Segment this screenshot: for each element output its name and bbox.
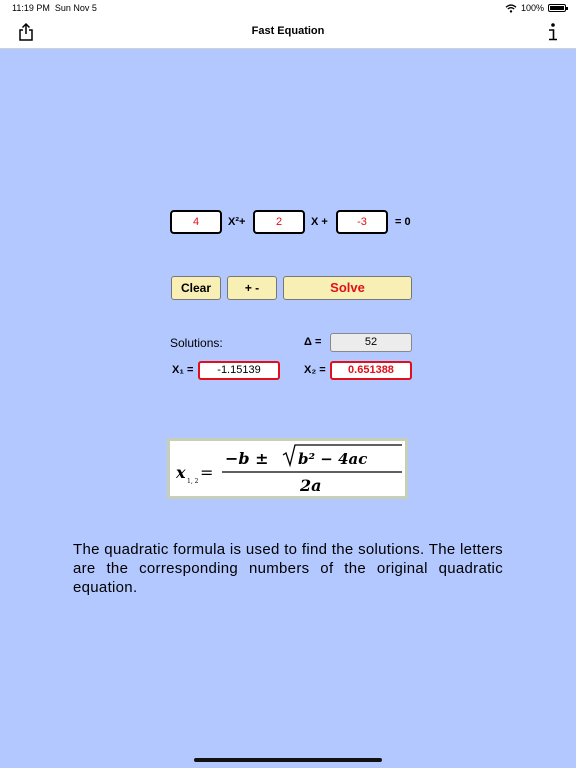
- status-time: 11:19 PM Sun Nov 5: [12, 3, 97, 13]
- wifi-icon: [505, 3, 517, 13]
- x-squared-term: X²+: [228, 216, 246, 228]
- info-icon[interactable]: [545, 22, 559, 42]
- nav-bar: Fast Equation: [0, 16, 576, 49]
- coefficient-c-input[interactable]: -3: [336, 210, 388, 234]
- clear-button[interactable]: Clear: [171, 276, 221, 300]
- delta-label: Δ =: [304, 336, 322, 348]
- status-bar: 11:19 PM Sun Nov 5 100%: [0, 0, 576, 16]
- solve-button[interactable]: Solve: [283, 276, 412, 300]
- x1-value: -1.15139: [198, 361, 280, 380]
- formula-radicand: b² − 4ac: [298, 450, 367, 468]
- x2-value: 0.651388: [330, 361, 412, 380]
- x1-label: X₁ =: [172, 364, 194, 376]
- formula-minus-b: −b ±: [225, 449, 269, 468]
- formula-graphic: x 1, 2 = −b ± b² − 4ac 2a: [175, 444, 402, 495]
- coefficient-a-input[interactable]: 4: [170, 210, 222, 234]
- delta-value: 52: [330, 333, 412, 352]
- formula-lhs: x: [175, 463, 186, 482]
- battery-icon: [548, 4, 568, 12]
- formula-subscript: 1, 2: [187, 478, 199, 485]
- description-text: The quadratic formula is used to find th…: [73, 541, 503, 596]
- equals-zero: = 0: [395, 216, 411, 228]
- solutions-label: Solutions:: [170, 336, 223, 350]
- x-term: X +: [311, 216, 328, 228]
- home-indicator[interactable]: [194, 758, 382, 762]
- coefficient-b-input[interactable]: 2: [253, 210, 305, 234]
- sign-toggle-button[interactable]: + -: [227, 276, 277, 300]
- formula-denominator: 2a: [299, 476, 322, 495]
- nav-title: Fast Equation: [251, 25, 325, 37]
- quadratic-formula: x 1, 2 = −b ± b² − 4ac 2a: [167, 438, 408, 499]
- status-right: 100%: [505, 3, 568, 13]
- battery-percent: 100%: [520, 3, 544, 13]
- formula-equals: =: [200, 463, 213, 482]
- x2-label: X₂ =: [304, 364, 326, 376]
